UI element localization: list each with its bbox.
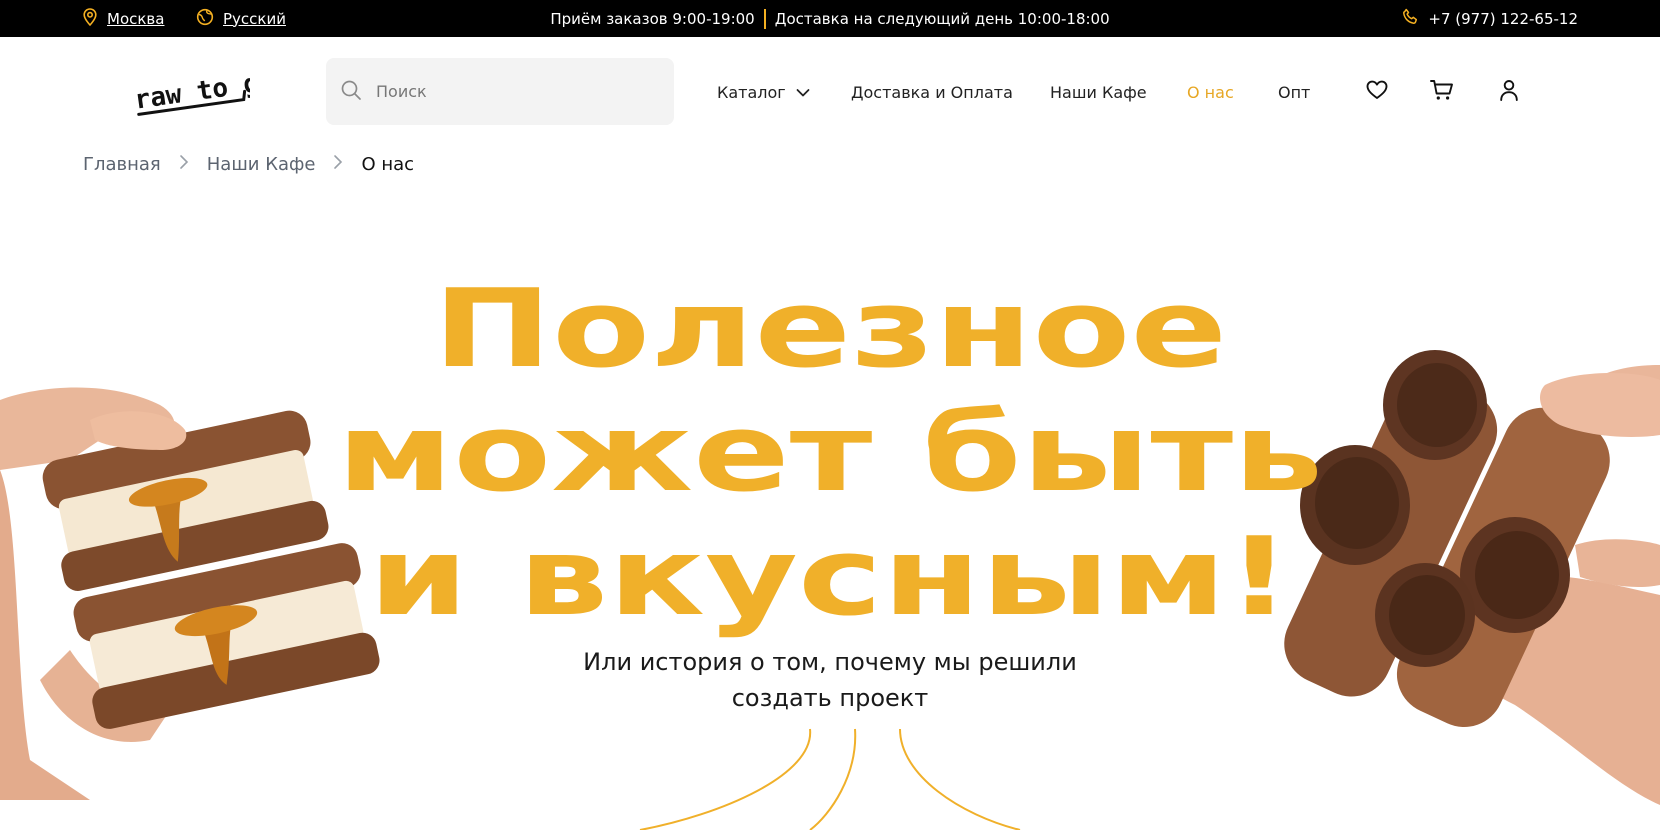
heart-icon	[1366, 80, 1388, 104]
divider	[763, 8, 766, 29]
site-header: raw to go Каталог Доставка и Оплата Наши…	[0, 37, 1660, 147]
favorites-button[interactable]	[1362, 77, 1392, 107]
phone-icon	[1402, 8, 1419, 29]
hero-title-line-2: может быть	[336, 391, 1324, 516]
chevron-down-icon	[796, 83, 810, 102]
top-bar: Москва Русский Приём заказов 9:00-19:00 …	[0, 0, 1660, 37]
cart-button[interactable]	[1427, 77, 1457, 107]
hero-subtitle-line-1: Или история о том, почему мы решили	[583, 648, 1077, 676]
nav-about[interactable]: О нас	[1187, 74, 1234, 110]
nav-delivery[interactable]: Доставка и Оплата	[851, 74, 1013, 110]
user-icon	[1499, 79, 1519, 105]
breadcrumb: Главная Наши Кафе О нас	[83, 150, 414, 178]
nav-cafes[interactable]: Наши Кафе	[1050, 74, 1147, 110]
nav-catalog[interactable]: Каталог	[717, 74, 810, 110]
decorative-lines	[639, 728, 1021, 830]
phone-contact[interactable]: +7 (977) 122-65-12	[1402, 0, 1578, 37]
delivery-hours-text: Доставка на следующий день 10:00-18:00	[774, 9, 1110, 28]
nav-wholesale[interactable]: Опт	[1278, 74, 1310, 110]
account-button[interactable]	[1494, 77, 1524, 107]
search-icon	[340, 79, 362, 105]
nav-catalog-label: Каталог	[717, 82, 786, 102]
hero-title-line-1: Полезное	[432, 267, 1228, 392]
hero-title-line-3: и вкусным!	[368, 515, 1292, 640]
breadcrumb-cafes[interactable]: Наши Кафе	[207, 154, 316, 175]
search-box[interactable]	[326, 58, 674, 125]
hero-subtitle-line-2: создать проект	[731, 684, 929, 712]
breadcrumb-home[interactable]: Главная	[83, 154, 161, 175]
chevron-right-icon	[333, 154, 343, 175]
search-input[interactable]	[376, 82, 656, 101]
cart-icon	[1430, 79, 1454, 105]
logo[interactable]: raw to go	[130, 61, 276, 121]
breadcrumb-current: О нас	[361, 153, 415, 175]
chevron-right-icon	[179, 154, 189, 175]
order-hours-text: Приём заказов 9:00-19:00	[550, 9, 755, 28]
phone-number[interactable]: +7 (977) 122-65-12	[1428, 10, 1578, 28]
hero-subtitle: Или история о том, почему мы решили созд…	[530, 644, 1130, 716]
hero-title: Полезное может быть и вкусным!	[170, 268, 1490, 640]
